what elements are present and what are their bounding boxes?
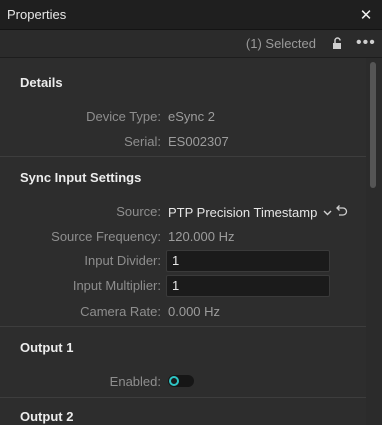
device-type-label: Device Type:: [86, 109, 161, 124]
section-output1-header[interactable]: Output 1: [0, 327, 366, 367]
section-sync-input-header[interactable]: Sync Input Settings: [0, 157, 366, 197]
section-title: Output 1: [20, 339, 74, 355]
scrollbar-thumb[interactable]: [370, 62, 376, 188]
serial-value: ES002307: [168, 134, 229, 149]
enabled-row: Enabled:: [0, 371, 366, 393]
window-title: Properties: [7, 7, 67, 22]
serial-label: Serial:: [124, 134, 161, 149]
section-details-header[interactable]: Details: [0, 62, 366, 102]
section-title: Sync Input Settings: [20, 169, 142, 185]
source-frequency-row: Source Frequency: 120.000 Hz: [0, 226, 366, 248]
source-frequency-label: Source Frequency:: [51, 229, 161, 244]
undo-icon[interactable]: [334, 204, 348, 218]
input-divider-field[interactable]: 1: [166, 250, 330, 272]
toolbar: (1) Selected •••: [0, 30, 382, 58]
source-frequency-value: 120.000 Hz: [168, 229, 235, 244]
lock-icon[interactable]: [332, 37, 344, 50]
device-type-row: Device Type: eSync 2: [0, 106, 366, 128]
selection-count: (1) Selected: [245, 36, 316, 51]
input-divider-row: Input Divider: 1: [0, 250, 366, 272]
close-icon[interactable]: ✕: [357, 5, 375, 25]
input-multiplier-label: Input Multiplier:: [72, 278, 161, 293]
device-type-value: eSync 2: [168, 109, 215, 124]
source-label: Source:: [116, 204, 161, 219]
section-title: Output 2: [20, 408, 74, 424]
chevron-down-icon: [323, 210, 332, 215]
input-multiplier-row: Input Multiplier: 1: [0, 275, 366, 297]
scrollbar[interactable]: [366, 58, 382, 425]
source-value: PTP Precision Timestamp: [168, 204, 318, 220]
properties-panel: Details Device Type: eSync 2 Serial: ES0…: [0, 58, 366, 425]
camera-rate-value: 0.000 Hz: [168, 304, 221, 319]
section-title: Details: [20, 74, 63, 90]
enabled-toggle[interactable]: [168, 375, 194, 387]
camera-rate-row: Camera Rate: 0.000 Hz: [0, 301, 366, 323]
source-dropdown[interactable]: PTP Precision Timestamp: [168, 201, 332, 223]
section-output2-header[interactable]: Output 2: [0, 396, 366, 425]
more-options-icon[interactable]: •••: [356, 34, 375, 52]
camera-rate-label: Camera Rate:: [80, 304, 161, 319]
title-bar: Properties ✕: [0, 0, 382, 30]
serial-row: Serial: ES002307: [0, 131, 366, 153]
source-row: Source: PTP Precision Timestamp: [0, 201, 366, 223]
input-divider-label: Input Divider:: [84, 253, 161, 268]
toggle-knob: [169, 376, 179, 386]
input-multiplier-field[interactable]: 1: [166, 275, 330, 297]
enabled-label: Enabled:: [109, 374, 161, 389]
